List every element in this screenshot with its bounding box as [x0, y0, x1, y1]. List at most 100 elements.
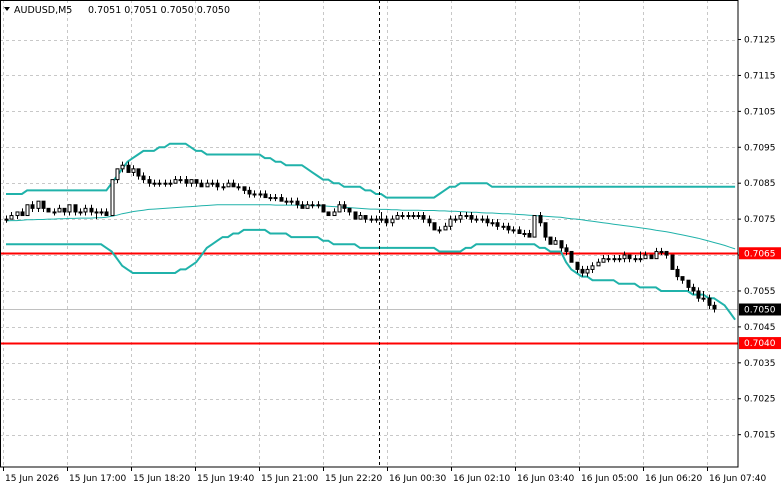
candle-body — [654, 250, 659, 260]
candle — [342, 201, 347, 212]
candle-body — [337, 204, 342, 213]
candle — [395, 211, 400, 220]
chart-window[interactable]: 0.7125 0.7115 0.7105 0.7095 0.7085 0.7075 0.70… — [0, 0, 781, 489]
candle-body — [326, 211, 331, 217]
candle — [480, 215, 485, 223]
candle — [517, 226, 522, 235]
candle-body — [242, 186, 247, 191]
candle — [680, 276, 685, 284]
candle — [263, 190, 268, 199]
candle — [686, 279, 691, 291]
candle — [199, 179, 204, 188]
horizontal-levels — [0, 252, 738, 345]
candle-body — [210, 182, 215, 185]
candle — [141, 172, 146, 184]
candle-body — [649, 254, 654, 260]
price-tick-label: 0.7125 — [744, 36, 776, 46]
candle-body — [379, 218, 384, 221]
candle — [115, 168, 120, 184]
candle-body — [596, 261, 601, 267]
candle — [99, 208, 104, 216]
candle — [310, 201, 315, 209]
candle-body — [675, 268, 680, 278]
candle-body — [205, 182, 210, 188]
candle — [300, 201, 305, 209]
candle-body — [543, 222, 548, 238]
candle — [4, 215, 9, 223]
candle-body — [9, 215, 14, 220]
candle-body — [400, 215, 405, 218]
candle — [427, 215, 432, 227]
candle-body — [252, 193, 257, 196]
candle — [305, 201, 310, 209]
candle — [252, 190, 257, 198]
candle-body — [485, 218, 490, 224]
candle — [67, 204, 72, 216]
candle-body — [680, 276, 685, 281]
candle-body — [511, 229, 516, 232]
candle-body — [347, 207, 352, 213]
candle-body — [73, 204, 78, 213]
candle-body — [57, 207, 62, 213]
candle-body — [564, 247, 569, 252]
candle — [173, 176, 178, 184]
candle — [347, 207, 352, 216]
candle — [316, 201, 321, 209]
grid — [0, 0, 738, 467]
price-tick-label: 0.7095 — [744, 143, 776, 153]
time-tick-label: 16 Jun 06:20 — [645, 474, 702, 484]
candle — [62, 207, 67, 216]
time-tick-label: 16 Jun 00:30 — [389, 474, 446, 484]
candle — [46, 207, 51, 213]
bb-lower-band — [6, 228, 736, 321]
candle — [30, 201, 35, 212]
candle — [691, 283, 696, 295]
candle-body — [353, 211, 358, 220]
candle — [437, 226, 442, 234]
current-price-label: 0.7050 — [744, 306, 776, 316]
time-axis[interactable]: 15 Jun 2026 15 Jun 17:00 15 Jun 18:20 15 Ju… — [3, 467, 767, 484]
candle-body — [268, 197, 273, 200]
candle-body — [501, 225, 506, 228]
candle — [226, 179, 231, 188]
candle-body — [147, 179, 152, 184]
candle-body — [701, 297, 706, 300]
candle-body — [590, 265, 595, 270]
candle-body — [152, 182, 157, 185]
triangle-down-icon[interactable] — [4, 7, 10, 11]
candle-body — [548, 236, 553, 245]
candle — [569, 250, 574, 263]
price-chart[interactable]: 0.7125 0.7115 0.7105 0.7095 0.7085 0.7075 0.70… — [0, 0, 781, 489]
candle-body — [20, 211, 25, 217]
candle — [522, 229, 527, 238]
candle-body — [321, 204, 326, 213]
candle-body — [585, 268, 590, 274]
candle — [15, 211, 20, 220]
candle — [543, 222, 548, 241]
candle — [390, 215, 395, 227]
candle — [453, 215, 458, 223]
candle — [332, 208, 337, 217]
candle — [295, 197, 300, 209]
candle — [469, 211, 474, 223]
candle-body — [136, 168, 141, 177]
candle — [501, 222, 506, 230]
price-tick-label: 0.7025 — [744, 395, 776, 405]
candle — [147, 176, 152, 187]
candle-body — [295, 200, 300, 206]
candle-body — [141, 175, 146, 181]
symbol-ohlc: 0.7051 0.7051 0.7050 0.7050 — [88, 5, 230, 16]
candle-body — [194, 179, 199, 184]
candle-body — [163, 182, 168, 185]
candle-body — [226, 182, 231, 188]
candle-body — [559, 240, 564, 249]
candle-body — [131, 168, 136, 173]
level-price-label: 0.7040 — [744, 339, 776, 349]
candle-body — [532, 215, 537, 238]
candle-body — [411, 215, 416, 218]
candle — [612, 255, 617, 263]
time-tick-label: 16 Jun 07:40 — [709, 474, 766, 484]
bb-upper-band — [6, 142, 736, 199]
candle-body — [358, 215, 363, 220]
price-axis[interactable]: 0.7125 0.7115 0.7105 0.7095 0.7085 0.7075 0.70… — [738, 36, 781, 441]
